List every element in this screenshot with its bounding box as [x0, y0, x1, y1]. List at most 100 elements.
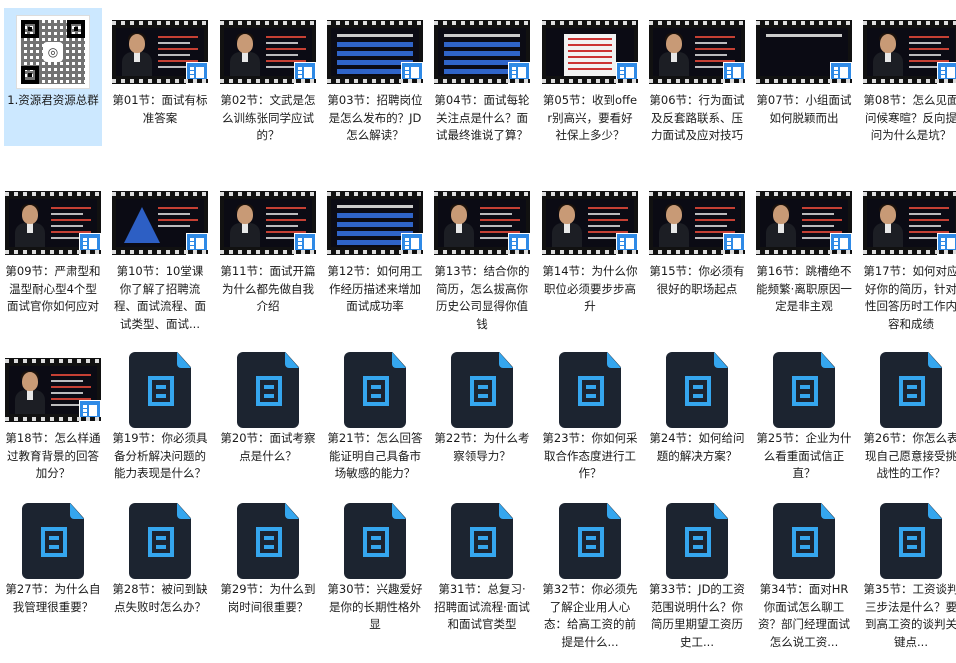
video-badge-icon	[79, 400, 101, 422]
video-file-icon	[559, 503, 621, 579]
video-file-icon	[237, 503, 299, 579]
file-name: 第17节：如何对应好你的简历，针对性回答历时工作内容和成绩	[863, 264, 956, 331]
video-badge-icon	[830, 233, 852, 255]
file-item[interactable]: 第21节：怎么回答能证明自己具备市场敏感的能力？	[326, 346, 424, 512]
file-thumbnail	[112, 14, 208, 90]
file-item[interactable]: 第24节：如何给问题的解决方案？	[648, 346, 746, 512]
file-thumbnail	[863, 503, 956, 579]
video-badge-icon	[937, 233, 956, 255]
file-name: 第18节：怎么样通过教育背景的回答加分？	[5, 431, 101, 480]
file-thumbnail	[220, 14, 316, 90]
file-item[interactable]: 第23节：你如何采取合作态度进行工作？	[541, 346, 639, 512]
file-item[interactable]: 第03节：招聘岗位是怎么发布的？JD怎么解读？	[326, 8, 424, 174]
file-thumbnail	[756, 14, 852, 90]
presenter-image	[15, 371, 45, 414]
file-item[interactable]: 第19节：你必须具备分析解决问题的能力表现是什么？	[111, 346, 209, 512]
file-name: 第15节：你必须有很好的职场起点	[649, 264, 745, 296]
file-thumbnail	[542, 185, 638, 261]
file-item[interactable]: 第13节：结合你的简历，怎么拔高你历史公司显得你值钱	[433, 179, 531, 345]
presenter-image	[15, 204, 45, 247]
file-item[interactable]: 第14节：为什么你职位必须要步步高升	[541, 179, 639, 345]
file-item[interactable]: 第10节：10堂课你了解了招聘流程、面试流程、面试类型、面试...	[111, 179, 209, 345]
file-item[interactable]: 第30节：兴趣爱好是你的长期性格外显	[326, 497, 424, 663]
file-thumbnail	[434, 14, 530, 90]
file-name: 第35节：工资谈判三步法是什么？要到高工资的谈判关键点...	[863, 582, 956, 649]
video-file-icon	[880, 503, 942, 579]
video-thumbnail-icon	[5, 358, 101, 422]
file-name: 第04节：面试每轮关注点是什么？面试最终谁说了算？	[434, 93, 530, 142]
video-badge-icon	[401, 233, 423, 255]
video-file-icon	[344, 503, 406, 579]
video-file-icon	[451, 352, 513, 428]
file-name: 第34节：面对HR你面试怎么聊工资？部门经理面试怎么说工资...	[758, 582, 850, 649]
video-thumbnail-icon	[112, 20, 208, 84]
file-thumbnail	[863, 14, 956, 90]
file-name: 第30节：兴趣爱好是你的长期性格外显	[327, 582, 423, 631]
file-thumbnail	[112, 185, 208, 261]
file-item[interactable]: 第09节：严肃型和温型耐心型4个型面试官你如何应对	[4, 179, 102, 345]
file-item[interactable]: 第06节：行为面试及反套路联系、压力面试及应对技巧	[648, 8, 746, 174]
file-item[interactable]: 第12节：如何用工作经历描述来增加面试成功率	[326, 179, 424, 345]
file-name: 第02节：文武是怎么训练张同学应试的？	[220, 93, 316, 142]
video-file-icon	[666, 503, 728, 579]
file-item[interactable]: 第04节：面试每轮关注点是什么？面试最终谁说了算？	[433, 8, 531, 174]
video-thumbnail-icon	[220, 20, 316, 84]
file-item[interactable]: 第31节：总复习·招聘面试流程·面试和面试官类型	[433, 497, 531, 663]
file-item[interactable]: 第25节：企业为什么看重面试信正直？	[755, 346, 853, 512]
file-item[interactable]: 第28节：被问到缺点失败时怎么办？	[111, 497, 209, 663]
video-thumbnail-icon	[327, 20, 423, 84]
video-badge-icon	[186, 62, 208, 84]
video-file-icon	[773, 503, 835, 579]
file-thumbnail	[434, 352, 530, 428]
file-thumbnail	[220, 503, 316, 579]
file-item[interactable]: 第33节：JD的工资范围说明什么？你简历里期望工资历史工...	[648, 497, 746, 663]
file-name: 第23节：你如何采取合作态度进行工作？	[542, 431, 638, 480]
video-badge-icon	[937, 62, 956, 84]
video-badge-icon	[616, 62, 638, 84]
video-file-icon	[451, 503, 513, 579]
file-item[interactable]: 第16节：跳槽绝不能频繁·离职原因一定是非主观	[755, 179, 853, 345]
file-name: 第14节：为什么你职位必须要步步高升	[542, 264, 638, 313]
file-thumbnail	[327, 352, 423, 428]
file-item[interactable]: 第32节：你必须先了解企业用人心态：给高工资的前提是什么...	[541, 497, 639, 663]
file-thumbnail	[756, 503, 852, 579]
file-thumbnail	[434, 185, 530, 261]
file-thumbnail	[220, 352, 316, 428]
video-thumbnail-icon	[434, 191, 530, 255]
file-item[interactable]: 第18节：怎么样通过教育背景的回答加分？	[4, 346, 102, 512]
file-item[interactable]: 第01节：面试有标准答案	[111, 8, 209, 174]
video-file-icon	[237, 352, 299, 428]
file-item[interactable]: 第27节：为什么自我管理很重要？	[4, 497, 102, 663]
file-name: 第16节：跳槽绝不能频繁·离职原因一定是非主观	[756, 264, 852, 313]
file-item[interactable]: 第17节：如何对应好你的简历，针对性回答历时工作内容和成绩	[862, 179, 956, 345]
file-name: 第13节：结合你的简历，怎么拔高你历史公司显得你值钱	[434, 264, 530, 331]
presenter-image	[659, 33, 689, 76]
file-item[interactable]: 第15节：你必须有很好的职场起点	[648, 179, 746, 345]
file-item[interactable]: 第08节：怎么见面问候寒暄？反向提问为什么是坑？	[862, 8, 956, 174]
file-name: 第11节：面试开篇为什么都先做自我介绍	[220, 264, 316, 313]
file-item[interactable]: ◎ 1.资源君资源总群	[4, 8, 102, 146]
file-name: 第19节：你必须具备分析解决问题的能力表现是什么？	[112, 431, 208, 480]
file-thumbnail	[756, 185, 852, 261]
video-thumbnail-icon	[756, 191, 852, 255]
video-file-icon	[344, 352, 406, 428]
file-item[interactable]: 第02节：文武是怎么训练张同学应试的？	[219, 8, 317, 174]
video-badge-icon	[508, 62, 530, 84]
file-item[interactable]: 第34节：面对HR你面试怎么聊工资？部门经理面试怎么说工资...	[755, 497, 853, 663]
file-item[interactable]: 第11节：面试开篇为什么都先做自我介绍	[219, 179, 317, 345]
file-item[interactable]: 第05节：收到offer别高兴，要看好社保上多少？	[541, 8, 639, 174]
file-thumbnail	[649, 503, 745, 579]
file-thumbnail	[327, 503, 423, 579]
file-item[interactable]: 第07节：小组面试如何脱颖而出	[755, 8, 853, 174]
file-item[interactable]: 第29节：为什么到岗时间很重要？	[219, 497, 317, 663]
presenter-image	[230, 33, 260, 76]
file-name: 第10节：10堂课你了解了招聘流程、面试流程、面试类型、面试...	[114, 264, 206, 331]
file-thumbnail	[327, 14, 423, 90]
video-thumbnail-icon	[220, 191, 316, 255]
file-item[interactable]: 第20节：面试考察点是什么？	[219, 346, 317, 512]
file-thumbnail	[542, 503, 638, 579]
file-item[interactable]: 第22节：为什么考察领导力？	[433, 346, 531, 512]
file-thumbnail	[542, 352, 638, 428]
file-item[interactable]: 第35节：工资谈判三步法是什么？要到高工资的谈判关键点...	[862, 497, 956, 663]
file-item[interactable]: 第26节：你怎么表现自己愿意接受挑战性的工作？	[862, 346, 956, 512]
